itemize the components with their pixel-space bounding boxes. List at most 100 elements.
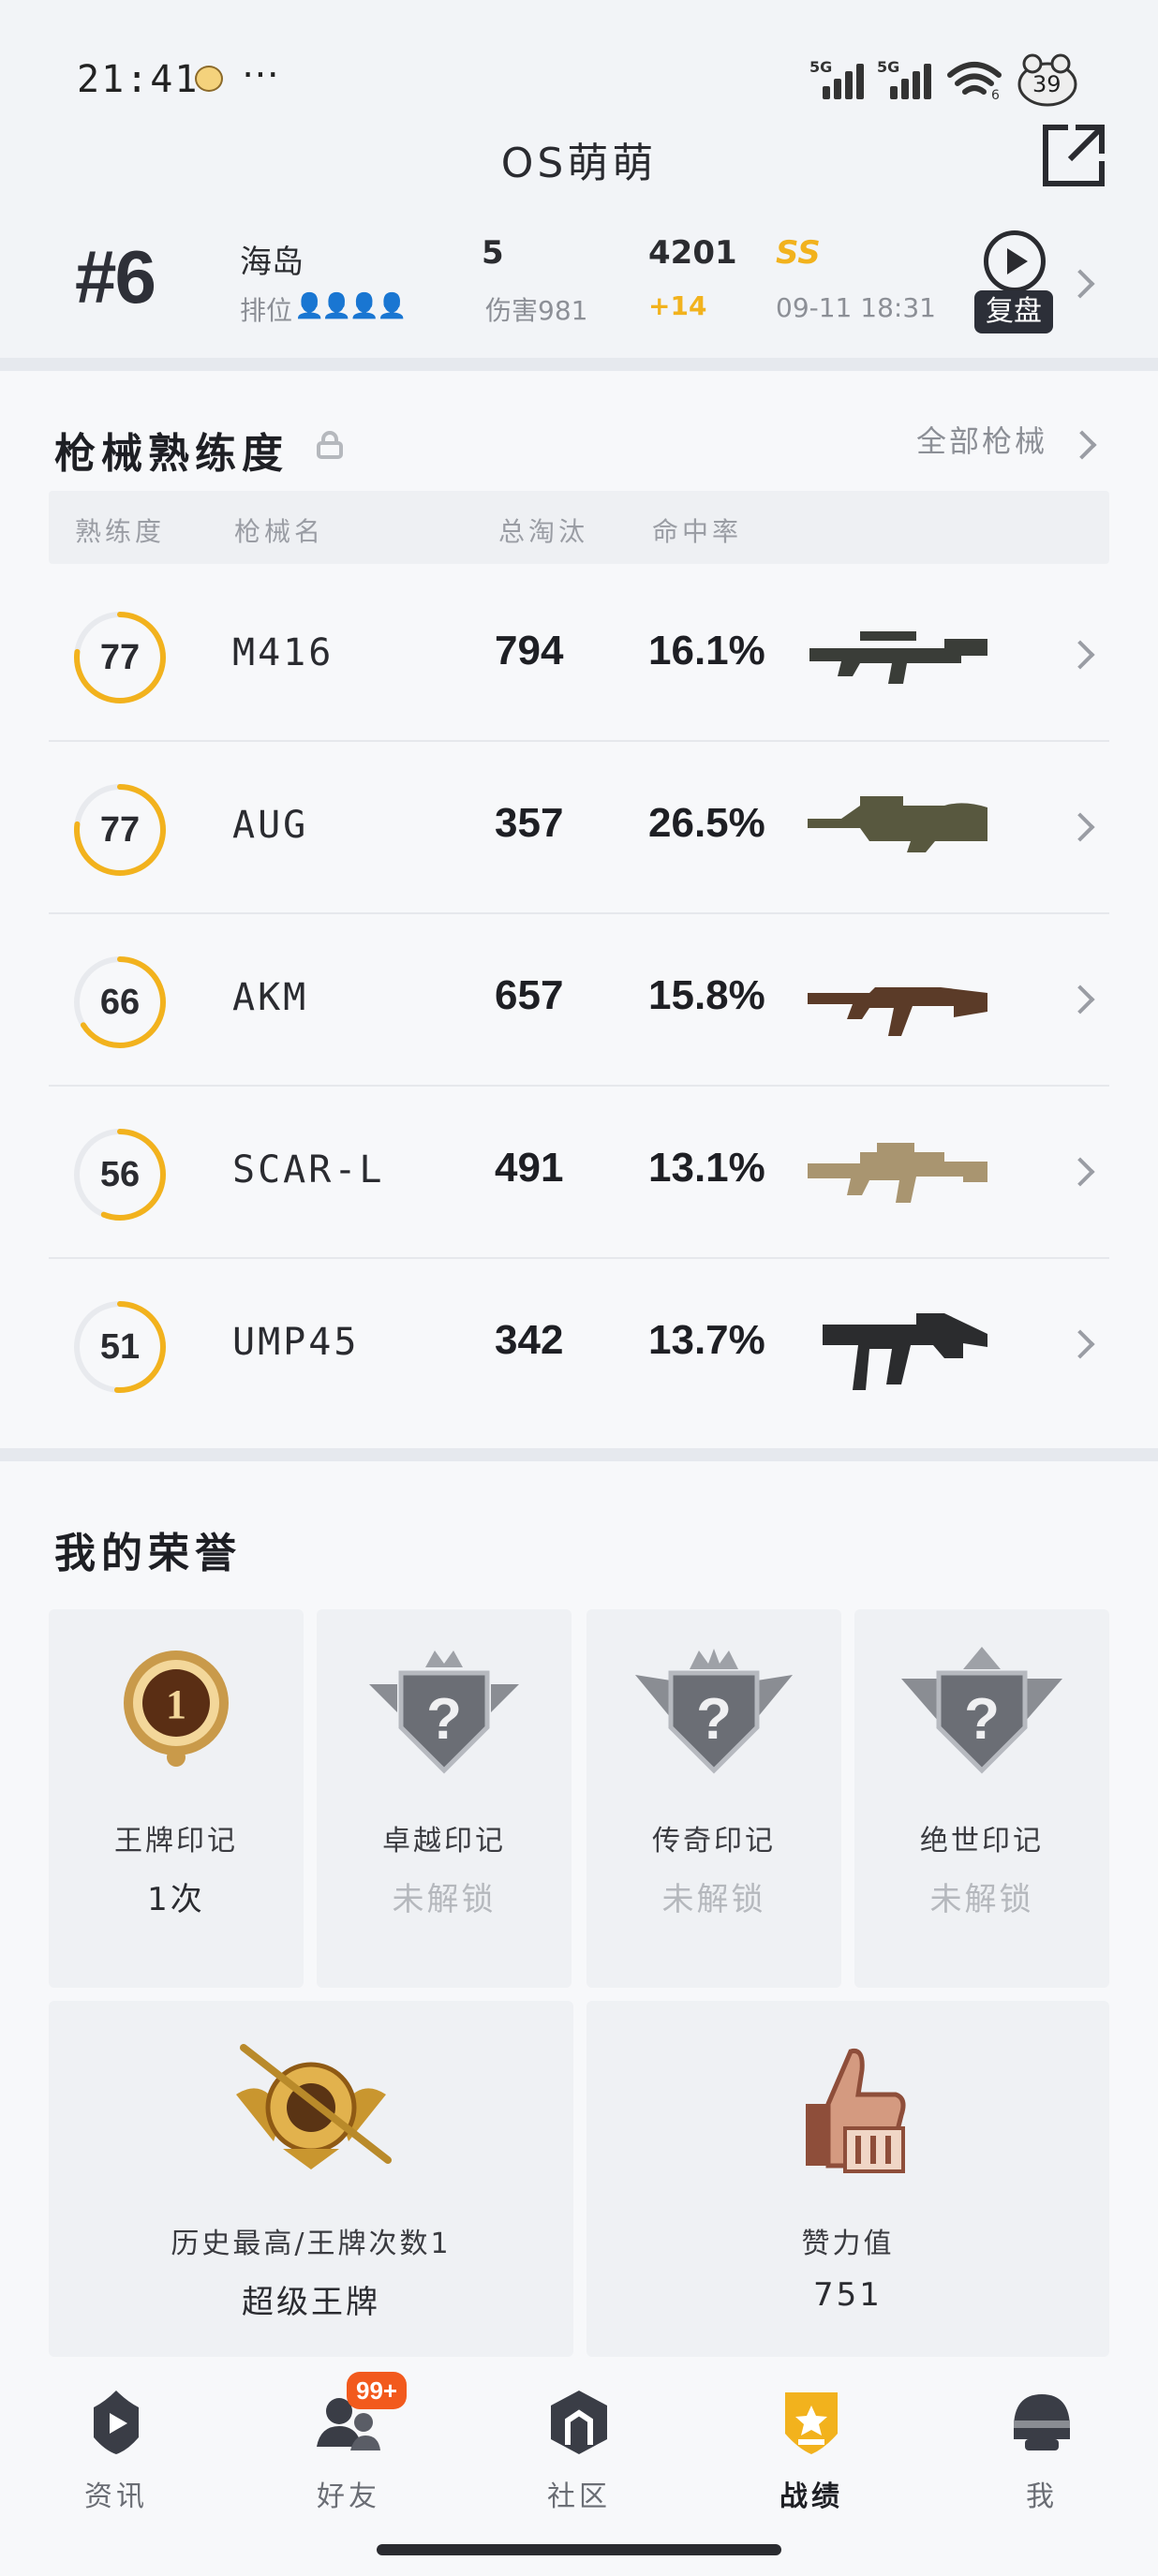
weapon-accuracy: 13.7%	[648, 1317, 765, 1363]
helmet-icon	[1014, 2394, 1070, 2450]
weapon-image-icon	[808, 1143, 987, 1203]
page-title: OS萌萌	[500, 140, 658, 187]
wifi-icon: 6	[946, 60, 1002, 103]
likes-label: 赞力值	[801, 2228, 895, 2260]
chevron-right-icon[interactable]	[1067, 430, 1097, 460]
friends-badge: 99+	[347, 2372, 408, 2409]
header-weapon-name: 枪械名	[234, 516, 325, 547]
all-weapons-link[interactable]: 全部枪械	[916, 418, 1047, 461]
weapon-row[interactable]: 56 SCAR-L 491 13.1%	[49, 1087, 1109, 1259]
header-accuracy: 命中率	[652, 516, 743, 547]
weapon-image-icon	[808, 796, 987, 852]
honors-section: 我的荣誉 1 王牌印记 1次 ? 卓越印记 未解锁 ? 传奇印记 未解锁 ? 绝…	[0, 1461, 1158, 2357]
community-icon	[551, 2391, 607, 2454]
play-icon	[984, 230, 1046, 292]
honor-card-peerless[interactable]: ? 绝世印记 未解锁	[854, 1609, 1109, 1988]
nav-label: 资讯	[84, 2480, 148, 2513]
header-proficiency: 熟练度	[75, 516, 166, 547]
weapon-name: M416	[232, 631, 334, 674]
header-kills: 总淘汰	[498, 516, 589, 547]
signal-tag: 5G	[809, 58, 833, 76]
honor-name: 传奇印记	[652, 1825, 776, 1858]
honor-card-legend[interactable]: ? 传奇印记 未解锁	[586, 1609, 841, 1988]
honor-value: 1次	[147, 1881, 205, 1918]
table-header: 熟练度 枪械名 总淘汰 命中率	[49, 491, 1109, 564]
honor-name: 绝世印记	[920, 1825, 1044, 1858]
proficiency-value: 51	[99, 1327, 141, 1367]
weapon-name: SCAR-L	[232, 1148, 385, 1192]
weapon-proficiency-section: 枪械熟练度 全部枪械 熟练度 枪械名 总淘汰 命中率 77 M416 794 16.1…	[0, 371, 1158, 1448]
home-indicator[interactable]	[377, 2544, 781, 2555]
nav-me[interactable]: 我	[967, 2385, 1117, 2516]
weapon-row[interactable]: 77 AUG 357 26.5%	[49, 742, 1109, 914]
proficiency-value: 56	[99, 1155, 141, 1194]
nav-records[interactable]: 战绩	[736, 2385, 886, 2516]
match-kills: 5	[482, 234, 504, 272]
svg-text:1: 1	[166, 1681, 186, 1727]
share-icon	[1043, 125, 1105, 186]
honor-card-excellent[interactable]: ? 卓越印记 未解锁	[317, 1609, 572, 1988]
likes-value: 751	[813, 2276, 883, 2314]
weapon-kills: 342	[495, 1317, 564, 1363]
nav-friends[interactable]: 99+ 好友	[274, 2372, 423, 2516]
weapon-row[interactable]: 66 AKM 657 15.8%	[49, 914, 1109, 1087]
squad-icon: 👤👤👤👤	[294, 292, 407, 320]
battery-level: 39	[1032, 71, 1062, 97]
section-title: 我的荣誉	[54, 1530, 242, 1577]
status-time: 21:41	[77, 58, 200, 101]
match-damage: 伤害981	[485, 295, 588, 326]
chevron-right-icon[interactable]	[1065, 640, 1095, 670]
battery-icon: 39	[1014, 51, 1081, 109]
chevron-right-icon[interactable]	[1065, 812, 1095, 842]
honor-name: 卓越印记	[382, 1825, 506, 1858]
weapon-name: AUG	[232, 804, 309, 847]
weapon-accuracy: 15.8%	[648, 972, 765, 1018]
signal-tag-2: 5G	[877, 58, 900, 76]
likes-card[interactable]: 赞力值 751	[586, 2001, 1109, 2357]
chevron-right-icon[interactable]	[1065, 1157, 1095, 1187]
signal-icon: 5G	[809, 58, 864, 99]
honor-value: 未解锁	[392, 1881, 497, 1918]
profile-page: 21:41 ⋯ 5G 5G 6 39 OS萌萌 #6 海岛 排位 👤👤👤👤 5 …	[0, 0, 1158, 2576]
chevron-right-icon[interactable]	[1065, 269, 1095, 299]
recent-match-row[interactable]: #6 海岛 排位 👤👤👤👤 5 伤害981 4201 +14 SS 09-11 …	[0, 214, 1158, 354]
ace-medal-icon: 1	[124, 1651, 229, 1767]
honor-value: 未解锁	[929, 1881, 1034, 1918]
weapon-accuracy: 16.1%	[648, 628, 765, 674]
nav-community[interactable]: 社区	[504, 2385, 654, 2516]
section-title: 枪械熟练度	[54, 430, 289, 478]
honor-card-ace[interactable]: 1 王牌印记 1次	[49, 1609, 304, 1988]
honor-value: 未解锁	[661, 1881, 766, 1918]
news-icon	[94, 2391, 139, 2454]
match-time: 09-11 18:31	[776, 292, 936, 323]
svg-text:?: ?	[964, 1687, 1000, 1752]
divider	[0, 358, 1158, 371]
more-notifications-icon: ⋯	[242, 52, 281, 96]
match-score-delta: +14	[648, 290, 707, 321]
weapon-row[interactable]: 51 UMP45 342 13.7%	[49, 1259, 1109, 1431]
replay-label: 复盘	[974, 290, 1053, 333]
chevron-right-icon[interactable]	[1065, 985, 1095, 1014]
weapon-name: UMP45	[232, 1321, 360, 1364]
chevron-right-icon[interactable]	[1065, 1329, 1095, 1359]
share-button[interactable]	[1040, 122, 1107, 189]
lock-icon	[317, 431, 343, 459]
locked-medal-icon: ?	[901, 1647, 1062, 1774]
locked-medal-icon: ?	[369, 1651, 519, 1774]
emoji-face-icon	[195, 66, 223, 92]
match-map: 海岛	[240, 244, 304, 281]
nav-label: 我	[1026, 2480, 1058, 2513]
thumbs-up-icon	[806, 2048, 906, 2173]
replay-button[interactable]: 复盘	[974, 230, 1059, 341]
match-mode: 排位	[240, 295, 293, 326]
nav-label: 战绩	[779, 2480, 843, 2513]
nav-label: 好友	[317, 2480, 380, 2513]
weapon-accuracy: 26.5%	[648, 800, 765, 846]
divider	[0, 1448, 1158, 1461]
nav-news[interactable]: 资讯	[41, 2385, 191, 2516]
highest-tier-card[interactable]: 历史最高/王牌次数1 超级王牌	[49, 2001, 573, 2357]
weapon-accuracy: 13.1%	[648, 1145, 765, 1191]
weapon-image-icon	[809, 631, 987, 684]
nav-label: 社区	[547, 2480, 611, 2513]
weapon-row[interactable]: 77 M416 794 16.1%	[49, 570, 1109, 742]
